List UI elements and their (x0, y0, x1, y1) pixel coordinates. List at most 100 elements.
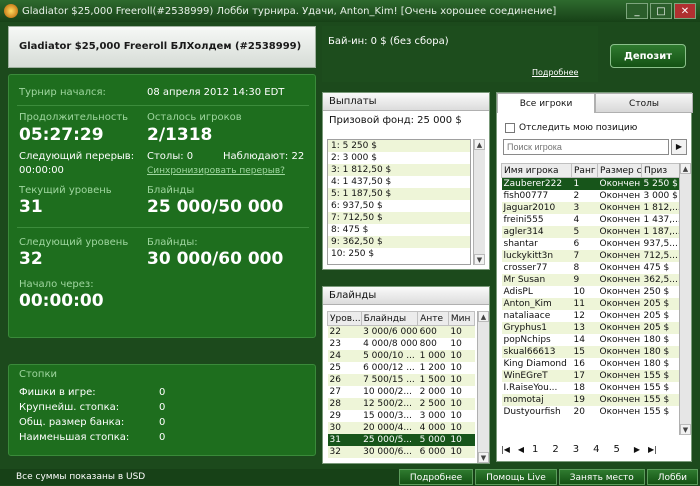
page-link[interactable]: 4 (593, 444, 599, 455)
players-left-label: Осталось игроков (147, 112, 242, 123)
column-header[interactable]: Мин (447, 311, 476, 326)
stack-value: 0 (159, 417, 166, 428)
cell: 155 $ (641, 369, 680, 382)
table-row[interactable]: skual66613 15 Окончен 180 $ (501, 345, 680, 358)
table-row[interactable]: 30 20 000/4... 4 000 10 (327, 421, 475, 434)
deposit-button[interactable]: Депозит (610, 44, 686, 68)
table-row[interactable]: Anton_Kim 11 Окончен 205 $ (501, 297, 680, 310)
cell: 4 000 (417, 421, 449, 434)
more-info-link[interactable]: Подробнее (532, 68, 578, 77)
minimize-button[interactable]: _ (626, 3, 648, 19)
details-button[interactable]: Подробнее (398, 469, 474, 485)
payouts-scrollbar[interactable]: ▲ ▼ (473, 139, 485, 265)
cell: Окончен (599, 358, 641, 369)
first-page-icon[interactable]: |◀ (501, 445, 510, 454)
table-row[interactable]: 24 5 000/10 ... 1 000 10 (327, 349, 475, 362)
table-row[interactable]: AdisPL 10 Окончен 250 $ (502, 286, 680, 298)
table-row[interactable]: agler314 5 Окончен 1 187,... (501, 225, 680, 238)
cell: 12 500/2... (361, 397, 418, 410)
scroll-down-icon[interactable]: ▼ (478, 452, 489, 463)
next-blinds-label: Блайнды: (147, 237, 198, 248)
table-row-selected[interactable]: Zauberer222 1 Окончен 5 250 $ (501, 177, 680, 190)
table-row[interactable]: crosser77 8 Окончен 475 $ (502, 262, 680, 274)
search-arrow-icon[interactable]: ▶ (671, 139, 687, 155)
blinds-scrollbar[interactable]: ▲ ▼ (477, 311, 489, 463)
sync-break-link[interactable]: Синхронизировать перерыв? (147, 166, 285, 176)
next-break-label: Следующий перерыв: (19, 151, 135, 162)
column-header[interactable]: Приз (641, 163, 680, 178)
table-row[interactable]: momotaj 19 Окончен 155 $ (501, 393, 680, 406)
table-row[interactable]: I.RaiseYou... 18 Окончен 155 $ (502, 382, 680, 394)
table-row[interactable]: luckykitt3n 7 Окончен 712,5... (501, 249, 680, 262)
table-row[interactable]: 22 3 000/6 000 600 10 (327, 325, 475, 338)
scroll-up-icon[interactable]: ▲ (680, 163, 691, 174)
player-search-input[interactable] (503, 139, 669, 155)
table-row[interactable]: Mr Susan 9 Окончен 362,5... (501, 273, 680, 286)
tables-count: Столы: 0 (147, 151, 194, 162)
started-value: 08 апреля 2012 14:30 EDT (147, 87, 285, 98)
payouts-list[interactable]: 1: 5 250 $ 2: 3 000 $ 3: 1 812,50 $ 4: 1… (327, 139, 471, 265)
table-row[interactable]: 23 4 000/8 000 800 10 (328, 338, 475, 350)
table-row[interactable]: 25 6 000/12 ... 1 200 10 (328, 362, 475, 374)
table-row[interactable]: 27 10 000/2... 2 000 10 (328, 386, 475, 398)
tab-all-players[interactable]: Все игроки (497, 93, 595, 113)
table-row[interactable]: 32 30 000/6... 6 000 10 (327, 445, 475, 458)
table-row[interactable]: King Diamond 16 Окончен 180 $ (502, 358, 680, 370)
table-row[interactable]: WinEGreT 17 Окончен 155 $ (501, 369, 680, 382)
cell: 10 (450, 338, 462, 349)
payouts-panel: Выплаты Призовой фонд: 25 000 $ 1: 5 250… (322, 92, 490, 270)
table-row[interactable]: popNchips 14 Окончен 180 $ (502, 334, 680, 346)
page-link[interactable]: 1 (532, 444, 538, 455)
table-header: Имя игрока Ранг Размер с... Приз (501, 163, 680, 178)
track-checkbox[interactable] (505, 123, 515, 133)
column-header[interactable]: Анте (417, 311, 449, 326)
table-row[interactable]: Dustyourfish 20 Окончен 155 $ (502, 406, 680, 418)
cell: 12 (573, 310, 585, 321)
tab-tables[interactable]: Столы (595, 93, 693, 113)
next-page-icon[interactable]: ▶ (634, 445, 640, 454)
lobby-button[interactable]: Лобби (646, 469, 698, 485)
players-scrollbar[interactable]: ▲ ▼ (679, 163, 691, 435)
cell: 9 (571, 273, 598, 286)
table-row[interactable]: 26 7 500/15 ... 1 500 10 (327, 373, 475, 386)
column-header[interactable]: Блайнды (360, 311, 419, 326)
column-header[interactable]: Имя игрока (501, 163, 572, 178)
track-position[interactable]: Отследить мою позицию (505, 123, 637, 133)
cell: Окончен (597, 249, 642, 262)
cell: 1 000 (417, 349, 449, 362)
table-row[interactable]: Jaguar2010 3 Окончен 1 812,... (501, 201, 680, 214)
maximize-button[interactable]: □ (650, 3, 672, 19)
window-title: Gladiator $25,000 Freeroll(#2538999) Лоб… (22, 5, 557, 17)
column-header[interactable]: Ранг (571, 163, 598, 178)
cell: 362,5... (641, 273, 680, 286)
column-header[interactable]: Размер с... (597, 163, 642, 178)
page-link[interactable]: 3 (573, 444, 579, 455)
live-help-button[interactable]: Помощь Live (475, 469, 557, 485)
prev-page-icon[interactable]: ◀ (518, 445, 524, 454)
take-seat-button[interactable]: Занять место (558, 469, 645, 485)
page-link[interactable]: 5 (614, 444, 620, 455)
scroll-up-icon[interactable]: ▲ (474, 139, 485, 150)
table-row[interactable]: Gryphus1 13 Окончен 205 $ (501, 321, 680, 334)
table-row-selected[interactable]: 31 25 000/5... 5 000 10 (327, 433, 475, 446)
cell: 10 (450, 386, 462, 397)
table-row[interactable]: 28 12 500/2... 2 500 10 (327, 397, 475, 410)
table-row[interactable]: nataliaace 12 Окончен 205 $ (502, 310, 680, 322)
table-row[interactable]: fish00777 2 Окончен 3 000 $ (502, 190, 680, 202)
players-tabs: Все игроки Столы (497, 93, 693, 113)
scroll-down-icon[interactable]: ▼ (680, 424, 691, 435)
table-row[interactable]: shantar 6 Окончен 937,5... (502, 238, 680, 250)
table-row[interactable]: 29 15 000/3... 3 000 10 (328, 410, 475, 422)
last-page-icon[interactable]: ▶| (648, 445, 657, 454)
table-row[interactable]: freini555 4 Окончен 1 437,... (502, 214, 680, 226)
cell: 3 000 (419, 410, 446, 421)
buyin-text: Бай-ин: 0 $ (без сбора) (328, 36, 449, 47)
scroll-up-icon[interactable]: ▲ (478, 311, 489, 322)
column-header[interactable]: Уров... (327, 311, 362, 326)
cell: Окончен (597, 369, 642, 382)
page-link[interactable]: 2 (552, 444, 558, 455)
payouts-title: Выплаты (323, 93, 489, 111)
scroll-down-icon[interactable]: ▼ (474, 254, 485, 265)
cell: skual66613 (501, 345, 572, 358)
close-button[interactable]: ✕ (674, 3, 696, 19)
